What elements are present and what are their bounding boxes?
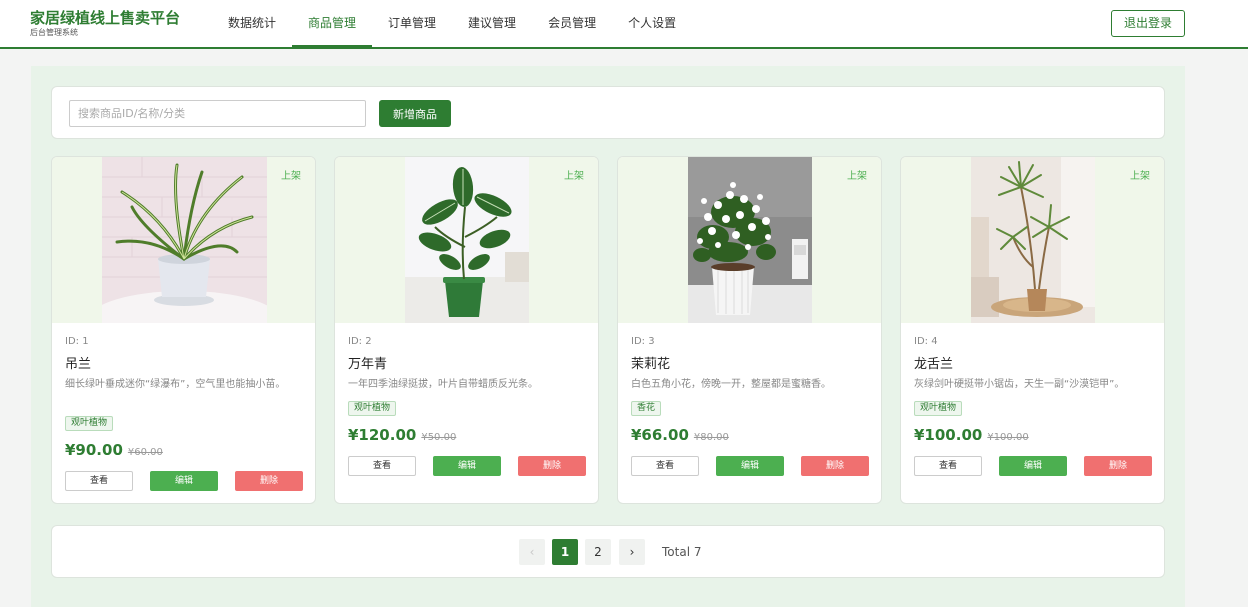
product-price: ¥66.00 ¥80.00 <box>631 426 729 444</box>
original-price: ¥80.00 <box>693 432 729 443</box>
edit-button[interactable]: 编辑 <box>999 456 1067 476</box>
nav-item-statistics[interactable]: 数据统计 <box>212 0 292 47</box>
delete-button[interactable]: 删除 <box>235 471 303 491</box>
product-name: 龙舌兰 <box>914 357 954 372</box>
add-product-button[interactable]: 新增商品 <box>379 100 451 127</box>
edit-button[interactable]: 编辑 <box>433 456 501 476</box>
status-badge: 上架 <box>1130 171 1150 182</box>
card-actions: 查看 编辑 删除 <box>914 456 1152 476</box>
nav-item-products[interactable]: 商品管理 <box>292 0 373 47</box>
category-tag: 香花 <box>631 401 662 416</box>
product-description: 白色五角小花，傍晚一开，整屋都是蜜糖香。 <box>631 379 831 390</box>
current-price: ¥100.00 <box>914 426 983 444</box>
view-button[interactable]: 查看 <box>914 456 982 476</box>
view-button[interactable]: 查看 <box>631 456 699 476</box>
product-description: 灰绿剑叶硬挺带小锯齿，天生一副“沙漠铠甲”。 <box>914 379 1125 390</box>
prev-page-button[interactable]: ‹ <box>519 539 545 565</box>
product-grid: 上架 ID: 1 吊兰 细长绿叶垂成迷你“绿瀑布”，空气里也能抽小苗。 观叶植物… <box>51 156 1165 504</box>
product-id: ID: 4 <box>914 336 938 347</box>
view-button[interactable]: 查看 <box>65 471 133 491</box>
product-photo <box>405 157 529 323</box>
product-card: 上架 ID: 3 茉莉花 白色五角小花，傍晚一开，整屋都是蜜糖香。 香花 ¥66… <box>617 156 882 504</box>
brand-title: 家居绿植线上售卖平台 <box>30 9 181 27</box>
nav-item-members[interactable]: 会员管理 <box>532 0 612 47</box>
category-tag: 观叶植物 <box>914 401 963 416</box>
page-button[interactable]: 1 <box>552 539 578 565</box>
pagination-total: Total 7 <box>662 545 702 559</box>
main-nav: 数据统计 商品管理 订单管理 建议管理 会员管理 个人设置 <box>212 0 692 47</box>
card-actions: 查看 编辑 删除 <box>65 471 303 491</box>
product-card: 上架 ID: 1 吊兰 细长绿叶垂成迷你“绿瀑布”，空气里也能抽小苗。 观叶植物… <box>51 156 316 504</box>
current-price: ¥90.00 <box>65 441 123 459</box>
next-page-button[interactable]: › <box>619 539 645 565</box>
original-price: ¥100.00 <box>987 432 1029 443</box>
product-search-input[interactable] <box>69 100 366 127</box>
product-price: ¥120.00 ¥50.00 <box>348 426 456 444</box>
product-name: 茉莉花 <box>631 357 671 372</box>
delete-button[interactable]: 删除 <box>801 456 869 476</box>
product-description: 细长绿叶垂成迷你“绿瀑布”，空气里也能抽小苗。 <box>65 379 286 390</box>
category-tag: 观叶植物 <box>348 401 397 416</box>
product-card: 上架 ID: 2 万年青 一年四季油绿挺拔，叶片自带蜡质反光条。 观叶植物 ¥1… <box>334 156 599 504</box>
product-name: 万年青 <box>348 357 388 372</box>
edit-button[interactable]: 编辑 <box>716 456 784 476</box>
product-photo <box>688 157 812 323</box>
current-price: ¥120.00 <box>348 426 417 444</box>
page-button[interactable]: 2 <box>585 539 611 565</box>
product-price: ¥90.00 ¥60.00 <box>65 441 163 459</box>
delete-button[interactable]: 删除 <box>518 456 586 476</box>
status-badge: 上架 <box>847 171 867 182</box>
card-actions: 查看 编辑 删除 <box>348 456 586 476</box>
top-header: 家居绿植线上售卖平台 后台管理系统 数据统计 商品管理 订单管理 建议管理 会员… <box>0 0 1248 49</box>
product-description: 一年四季油绿挺拔，叶片自带蜡质反光条。 <box>348 379 538 390</box>
product-image-area: 上架 <box>618 157 881 323</box>
product-card: 上架 ID: 4 龙舌兰 灰绿剑叶硬挺带小锯齿，天生一副“沙漠铠甲”。 观叶植物… <box>900 156 1165 504</box>
edit-button[interactable]: 编辑 <box>150 471 218 491</box>
product-photo <box>102 157 267 323</box>
status-badge: 上架 <box>281 171 301 182</box>
nav-item-suggestions[interactable]: 建议管理 <box>452 0 532 47</box>
logout-button[interactable]: 退出登录 <box>1111 10 1185 37</box>
product-image-area: 上架 <box>52 157 315 323</box>
product-toolbar: 新增商品 <box>51 86 1165 139</box>
status-badge: 上架 <box>564 171 584 182</box>
delete-button[interactable]: 删除 <box>1084 456 1152 476</box>
brand: 家居绿植线上售卖平台 后台管理系统 <box>30 9 180 38</box>
product-price: ¥100.00 ¥100.00 <box>914 426 1029 444</box>
view-button[interactable]: 查看 <box>348 456 416 476</box>
product-photo <box>971 157 1095 323</box>
card-actions: 查看 编辑 删除 <box>631 456 869 476</box>
brand-subtitle: 后台管理系统 <box>30 28 78 37</box>
original-price: ¥60.00 <box>127 447 163 458</box>
pagination-bar: ‹ 1 2 › Total 7 <box>51 525 1165 578</box>
product-id: ID: 2 <box>348 336 372 347</box>
product-id: ID: 3 <box>631 336 655 347</box>
nav-item-orders[interactable]: 订单管理 <box>372 0 452 47</box>
main-content: 新增商品 <box>31 66 1185 607</box>
product-image-area: 上架 <box>335 157 598 323</box>
category-tag: 观叶植物 <box>65 416 114 431</box>
original-price: ¥50.00 <box>421 432 457 443</box>
product-name: 吊兰 <box>65 357 92 372</box>
current-price: ¥66.00 <box>631 426 689 444</box>
product-id: ID: 1 <box>65 336 89 347</box>
product-image-area: 上架 <box>901 157 1164 323</box>
nav-item-settings[interactable]: 个人设置 <box>612 0 692 47</box>
